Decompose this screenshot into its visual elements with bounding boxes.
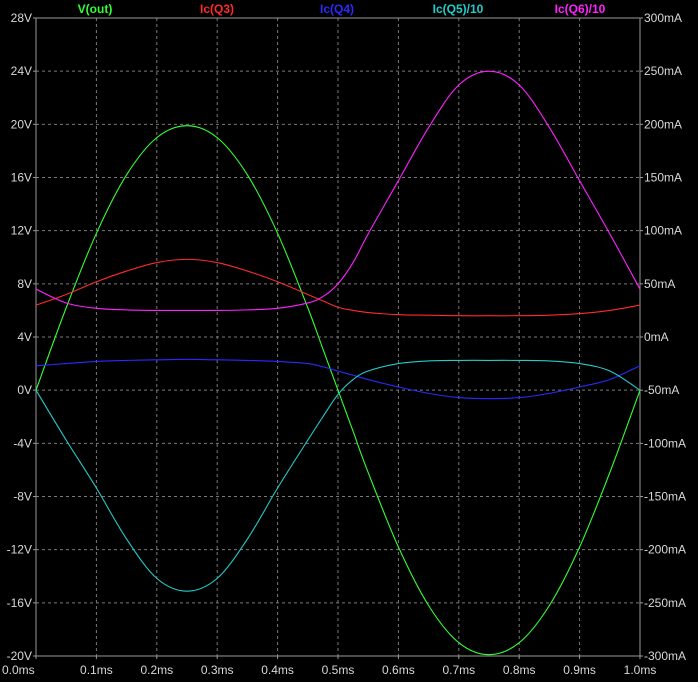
left-tick-label: -4V (13, 436, 32, 450)
x-tick-label: 0.7ms (442, 663, 475, 677)
right-tick-label: 150mA (644, 171, 682, 185)
right-tick-label: 250mA (644, 64, 682, 78)
right-tick-label: 200mA (644, 117, 682, 131)
left-tick-label: -20V (7, 649, 32, 663)
x-tick-label: 0.0ms (2, 663, 35, 677)
x-tick-label: 0.1ms (80, 663, 113, 677)
left-tick-label: -16V (7, 596, 32, 610)
left-tick-label: 12V (11, 224, 32, 238)
x-tick-label: 0.3ms (201, 663, 234, 677)
right-tick-label: -50mA (644, 383, 679, 397)
legend-entry: Ic(Q4) (320, 2, 354, 16)
right-tick-label: 100mA (644, 224, 682, 238)
left-tick-label: 20V (11, 117, 32, 131)
legend-entry: Ic(Q5)/10 (433, 2, 484, 16)
right-tick-label: 50mA (644, 277, 675, 291)
right-tick-label: 300mA (644, 11, 682, 25)
x-tick-label: 1.0ms (624, 663, 657, 677)
left-tick-label: 24V (11, 64, 32, 78)
x-tick-label: 0.5ms (322, 663, 355, 677)
x-tick-label: 0.2ms (140, 663, 173, 677)
x-tick-label: 0.9ms (563, 663, 596, 677)
right-tick-label: -200mA (644, 543, 686, 557)
transient-plot: -20V-16V-12V-8V-4V0V4V8V12V16V20V24V28V … (0, 0, 698, 682)
left-tick-label: 4V (17, 330, 32, 344)
left-tick-label: 16V (11, 171, 32, 185)
right-tick-label: -100mA (644, 436, 686, 450)
left-tick-label: -12V (7, 543, 32, 557)
plot-background (0, 0, 698, 682)
left-tick-label: 0V (17, 383, 32, 397)
x-tick-label: 0.6ms (382, 663, 415, 677)
legend-entry: Ic(Q3) (200, 2, 234, 16)
right-tick-label: -300mA (644, 649, 686, 663)
x-tick-label: 0.4ms (261, 663, 294, 677)
right-tick-label: -250mA (644, 596, 686, 610)
x-tick-label: 0.8ms (503, 663, 536, 677)
left-tick-label: 8V (17, 277, 32, 291)
left-tick-label: 28V (11, 11, 32, 25)
legend-entry: V(out) (78, 2, 113, 16)
legend-entry: Ic(Q6)/10 (555, 2, 606, 16)
right-tick-label: 0mA (644, 330, 669, 344)
right-tick-label: -150mA (644, 490, 686, 504)
left-tick-label: -8V (13, 490, 32, 504)
